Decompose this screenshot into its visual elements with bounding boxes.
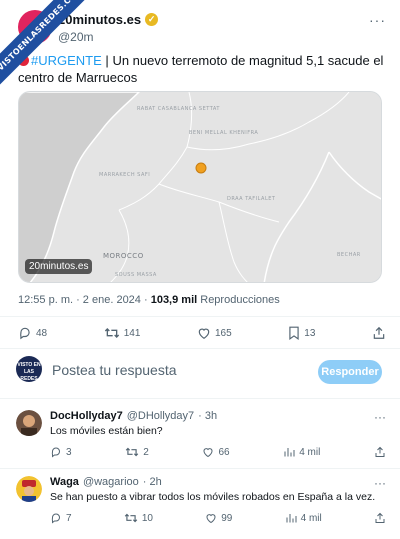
- map-region-label: BECHAR: [337, 252, 361, 258]
- retweet-count: 2: [143, 446, 149, 458]
- separator: |: [105, 53, 109, 68]
- retweet-action[interactable]: 141: [104, 326, 141, 340]
- reply-count: 3: [66, 446, 72, 458]
- reply-actions: 3 2 66 4 mil: [50, 446, 386, 458]
- reply-actions: 7 10 99 4 mil: [50, 512, 386, 524]
- reply-header: Waga @wagarioo · 2h: [50, 476, 162, 488]
- reply-time[interactable]: · 3h: [198, 410, 217, 422]
- retweet-action[interactable]: 10: [124, 512, 153, 524]
- like-action[interactable]: 165: [197, 326, 232, 340]
- map-image[interactable]: RABAT CASABLANCA SETTAT BENI MELLAL KHEN…: [18, 91, 382, 283]
- map-region-label: SOUSS MASSA: [115, 272, 157, 278]
- verified-badge-icon: ✓: [145, 13, 159, 26]
- share-icon: [375, 512, 385, 523]
- reply-item[interactable]: Waga @wagarioo · 2h ··· Se han puesto a …: [16, 476, 386, 532]
- heart-icon: [206, 514, 216, 524]
- author-name-line[interactable]: 20minutos.es ✓: [58, 12, 159, 27]
- divider: [0, 468, 400, 469]
- views-action[interactable]: 4 mil: [283, 446, 320, 458]
- map-region-label: BENI MELLAL KHENIFRA: [189, 130, 259, 136]
- reply-author-name[interactable]: Waga: [50, 476, 79, 488]
- reply-action[interactable]: 3: [50, 446, 72, 458]
- share-action[interactable]: [372, 326, 386, 340]
- reply-time[interactable]: · 2h: [143, 476, 162, 488]
- reply-header: DocHollyday7 @DHollyday7 · 3h: [50, 410, 217, 422]
- like-count: 165: [215, 327, 232, 339]
- reply-icon: [20, 327, 30, 340]
- reply-author-handle[interactable]: @wagarioo: [83, 476, 139, 488]
- views-action[interactable]: 4 mil: [285, 512, 322, 524]
- bookmark-count: 13: [304, 327, 316, 339]
- map-region-label: DRAA TAFILALET: [227, 196, 276, 202]
- views-label: Reproducciones: [197, 294, 280, 306]
- heart-icon: [203, 448, 213, 458]
- author-name[interactable]: 20minutos.es: [58, 12, 141, 27]
- compose-reply-input[interactable]: Postea tu respuesta: [52, 362, 177, 378]
- retweet-count: 10: [141, 512, 153, 524]
- reply-text: Se han puesto a vibrar todos los móviles…: [50, 491, 376, 503]
- share-icon: [375, 446, 385, 457]
- share-icon: [373, 326, 385, 339]
- reply-submit-button[interactable]: Responder: [318, 360, 382, 384]
- more-options-icon[interactable]: ···: [369, 12, 386, 28]
- tweet-header: 20minutos.es ✓ @20m ···: [18, 8, 386, 44]
- views-count: 103,9 mil: [150, 294, 198, 306]
- like-count: 66: [218, 446, 230, 458]
- reply-author-handle[interactable]: @DHollyday7: [127, 410, 194, 422]
- timestamp[interactable]: 12:55 p. m. · 2 ene. 2024 ·: [18, 294, 151, 306]
- author-handle[interactable]: @20m: [58, 30, 94, 44]
- reply-action[interactable]: 7: [50, 512, 72, 524]
- compose-avatar: VISTO EN LAS REDES: [16, 356, 42, 382]
- reply-avatar[interactable]: [16, 410, 42, 436]
- reply-count: 48: [36, 327, 48, 339]
- tweet-actions: 48 141 165 13: [18, 324, 386, 342]
- like-action[interactable]: 99: [205, 512, 232, 524]
- reply-item[interactable]: DocHollyday7 @DHollyday7 · 3h ··· Los mó…: [16, 410, 386, 462]
- views-chart-icon: [286, 514, 297, 523]
- more-options-icon[interactable]: ···: [374, 476, 386, 490]
- reply-icon: [51, 447, 61, 458]
- map-region-label: RABAT CASABLANCA SETTAT: [137, 106, 220, 112]
- tweet-meta: 12:55 p. m. · 2 ene. 2024 · 103,9 mil Re…: [18, 294, 280, 306]
- reply-author-name[interactable]: DocHollyday7: [50, 410, 123, 422]
- map-source-badge: 20minutos.es: [25, 259, 93, 274]
- reply-action[interactable]: 48: [18, 326, 47, 340]
- retweet-icon: [104, 328, 119, 338]
- divider: [0, 316, 400, 317]
- retweet-count: 141: [123, 327, 141, 339]
- views-count: 4 mil: [299, 446, 321, 458]
- reply-text: Los móviles están bien?: [50, 425, 163, 437]
- views-chart-icon: [284, 448, 295, 457]
- map-region-label: MARRAKECH SAFI: [99, 172, 151, 178]
- map-country-label: MOROCCO: [103, 252, 144, 260]
- map-graphic: [19, 92, 381, 282]
- compose-reply-row: VISTO EN LAS REDES Postea tu respuesta R…: [16, 354, 382, 390]
- reply-count: 7: [66, 512, 72, 524]
- share-action[interactable]: [374, 446, 386, 458]
- retweet-icon: [125, 447, 139, 457]
- share-action[interactable]: [374, 512, 386, 524]
- bookmark-action[interactable]: 13: [288, 326, 315, 340]
- like-count: 99: [221, 512, 233, 524]
- divider: [0, 348, 400, 349]
- tweet-text: #URGENTE | Un nuevo terremoto de magnitu…: [18, 52, 386, 86]
- retweet-icon: [124, 513, 138, 523]
- views-count: 4 mil: [300, 512, 322, 524]
- more-options-icon[interactable]: ···: [374, 410, 386, 424]
- reply-avatar[interactable]: [16, 476, 42, 502]
- retweet-action[interactable]: 2: [125, 446, 149, 458]
- bookmark-icon: [289, 326, 299, 340]
- divider: [0, 398, 400, 399]
- hashtag-link[interactable]: #URGENTE: [31, 53, 102, 68]
- reply-icon: [51, 513, 61, 524]
- heart-icon: [198, 328, 210, 339]
- like-action[interactable]: 66: [202, 446, 230, 458]
